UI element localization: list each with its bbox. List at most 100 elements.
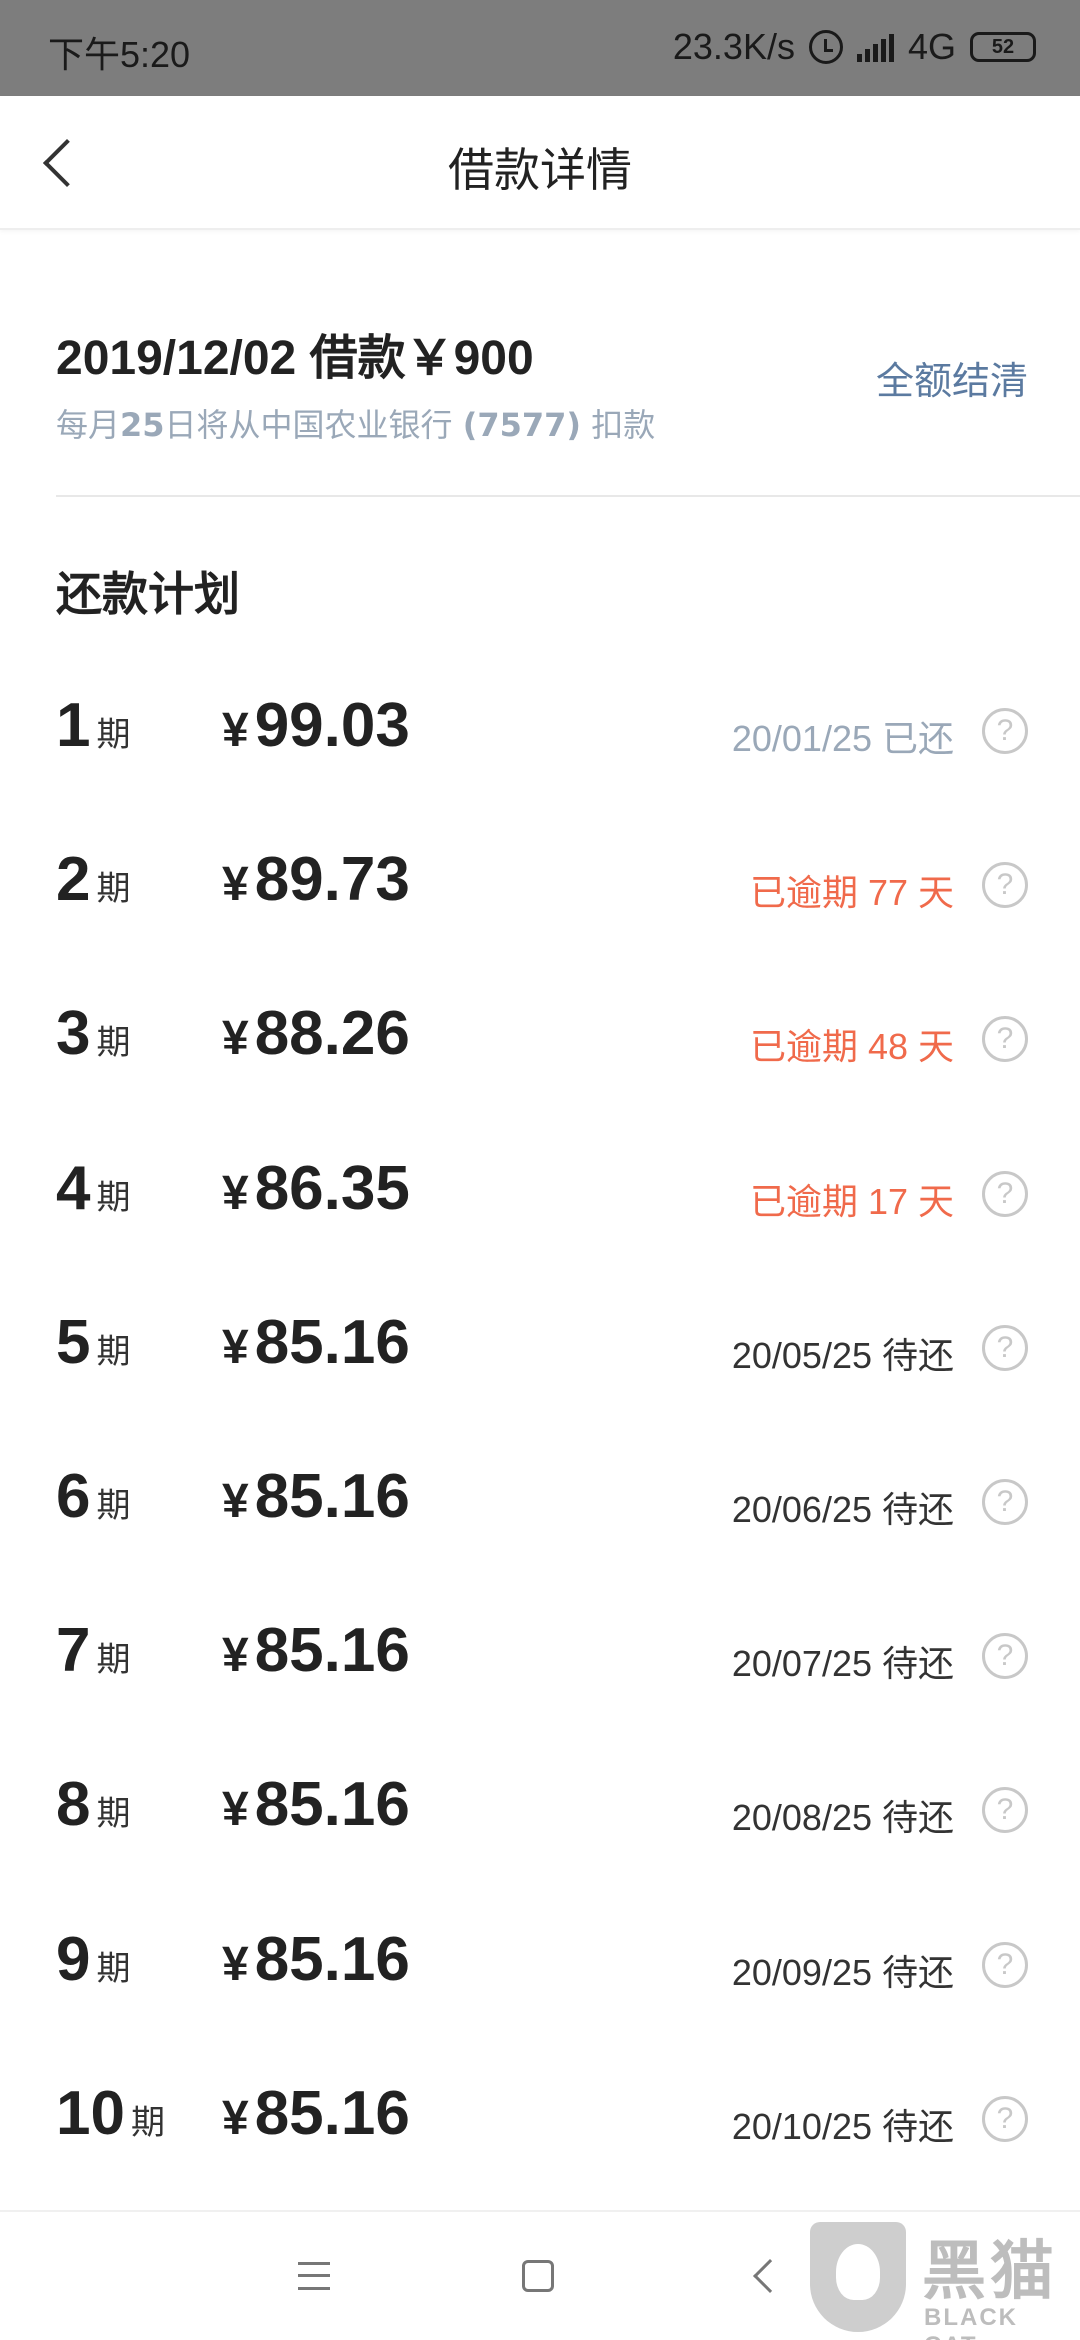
currency-sign: ¥ bbox=[222, 858, 249, 912]
repayment-status: 20/10/25 待还 bbox=[731, 2105, 954, 2147]
period-number: 6 bbox=[56, 1461, 91, 1531]
amount-value: 85.16 bbox=[254, 1616, 410, 1686]
currency-sign: ¥ bbox=[222, 1629, 249, 1683]
question-circle-icon[interactable]: ? bbox=[982, 1324, 1028, 1371]
currency-sign: ¥ bbox=[222, 1783, 249, 1837]
period: 2期 bbox=[56, 844, 130, 915]
currency-sign: ¥ bbox=[222, 1012, 249, 1066]
watermark-logo: 黑猫 BLACK CAT bbox=[806, 2218, 1080, 2340]
plan-row: 4期 ¥86.35 已逾期 17 天 ? bbox=[0, 1123, 1080, 1277]
repayment-status: 已逾期 77 天 bbox=[749, 872, 954, 914]
plan-row: 8期 ¥85.16 20/08/25 待还 ? bbox=[0, 1739, 1080, 1893]
period: 3期 bbox=[56, 998, 130, 1069]
status-bar: 下午5:20 23.3K/s 4G 52 bbox=[0, 0, 1080, 96]
question-circle-icon[interactable]: ? bbox=[982, 2095, 1028, 2142]
period-unit: 期 bbox=[96, 1485, 131, 1526]
network-type: 4G bbox=[907, 26, 956, 67]
amount: ¥85.16 bbox=[222, 1769, 410, 1840]
section-title: 还款计划 bbox=[56, 567, 240, 621]
amount: ¥85.16 bbox=[222, 1461, 410, 1532]
loan-sub-day: 25 bbox=[120, 406, 165, 444]
amount-value: 86.35 bbox=[254, 1153, 410, 1223]
period-unit: 期 bbox=[96, 1023, 131, 1064]
period-unit: 期 bbox=[96, 715, 131, 755]
repayment-status: 20/05/25 待还 bbox=[731, 1334, 954, 1376]
home-icon[interactable] bbox=[522, 2260, 554, 2292]
amount: ¥85.16 bbox=[222, 2078, 410, 2149]
currency-sign: ¥ bbox=[222, 1937, 249, 1991]
currency-sign: ¥ bbox=[222, 1474, 249, 1528]
question-circle-icon[interactable]: ? bbox=[982, 1478, 1028, 1525]
period-unit: 期 bbox=[130, 2102, 165, 2143]
period: 5期 bbox=[56, 1307, 130, 1378]
loan-sub-prefix: 每月 bbox=[56, 406, 121, 444]
loan-deduction-note: 每月25日将从中国农业银行 (7577) 扣款 bbox=[56, 400, 655, 446]
status-time: 下午5:20 bbox=[48, 34, 191, 75]
period-number: 3 bbox=[56, 999, 91, 1069]
amount-value: 99.03 bbox=[254, 691, 410, 760]
question-circle-icon[interactable]: ? bbox=[982, 1941, 1028, 1988]
repayment-status: 已逾期 48 天 bbox=[749, 1026, 954, 1068]
question-circle-icon[interactable]: ? bbox=[982, 862, 1028, 909]
amount-value: 85.16 bbox=[254, 1770, 410, 1840]
amount: ¥85.16 bbox=[222, 1615, 410, 1686]
period-number: 1 bbox=[56, 691, 91, 760]
repayment-status: 已逾期 17 天 bbox=[749, 1180, 954, 1222]
repayment-plan-list: 1期 ¥99.03 20/01/25 已还 ? 2期 ¥89.73 已逾期 77… bbox=[0, 660, 1080, 2202]
plan-row: 3期 ¥88.26 已逾期 48 天 ? bbox=[0, 968, 1080, 1122]
amount-value: 88.26 bbox=[254, 999, 410, 1069]
loan-sub-suffix: 扣款 bbox=[581, 406, 656, 444]
divider bbox=[56, 495, 1080, 497]
period: 1期 bbox=[56, 690, 130, 761]
question-circle-icon[interactable]: ? bbox=[982, 1787, 1028, 1834]
currency-sign: ¥ bbox=[222, 704, 249, 757]
repayment-status: 20/09/25 待还 bbox=[731, 1951, 954, 1993]
network-speed: 23.3K/s bbox=[672, 26, 795, 67]
period: 8期 bbox=[56, 1769, 130, 1840]
period-unit: 期 bbox=[96, 869, 131, 910]
period-number: 7 bbox=[56, 1616, 91, 1686]
period-unit: 期 bbox=[96, 1640, 131, 1681]
period-number: 8 bbox=[56, 1770, 91, 1840]
alarm-icon bbox=[808, 30, 843, 64]
question-circle-icon[interactable]: ? bbox=[982, 1170, 1028, 1217]
period-unit: 期 bbox=[96, 1331, 131, 1372]
period: 4期 bbox=[56, 1153, 130, 1224]
currency-sign: ¥ bbox=[222, 2091, 249, 2145]
period-unit: 期 bbox=[96, 1794, 131, 1835]
question-circle-icon[interactable]: ? bbox=[982, 708, 1028, 754]
period-unit: 期 bbox=[96, 1948, 131, 1989]
loan-sub-mid: 日将从中国农业银行 bbox=[164, 406, 463, 444]
plan-row: 5期 ¥85.16 20/05/25 待还 ? bbox=[0, 1277, 1080, 1431]
menu-icon[interactable] bbox=[298, 2262, 330, 2290]
plan-row: 7期 ¥85.16 20/07/25 待还 ? bbox=[0, 1585, 1080, 1739]
amount-value: 89.73 bbox=[254, 845, 410, 915]
amount: ¥88.26 bbox=[222, 998, 410, 1069]
amount: ¥85.16 bbox=[222, 1307, 410, 1378]
nav-bar: 借款详情 bbox=[0, 96, 1080, 230]
watermark-text: 黑猫 bbox=[922, 2235, 1058, 2309]
plan-row: 9期 ¥85.16 20/09/25 待还 ? bbox=[0, 1894, 1080, 2048]
settle-all-button[interactable]: 全额结清 bbox=[876, 350, 1028, 405]
currency-sign: ¥ bbox=[222, 1166, 249, 1220]
period-number: 4 bbox=[56, 1153, 91, 1223]
question-circle-icon[interactable]: ? bbox=[982, 1016, 1028, 1063]
amount: ¥85.16 bbox=[222, 1924, 410, 1995]
period-number: 5 bbox=[56, 1307, 91, 1377]
amount-value: 85.16 bbox=[254, 1924, 410, 1994]
plan-row: 2期 ¥89.73 已逾期 77 天 ? bbox=[0, 814, 1080, 968]
loan-header: 2019/12/02 借款￥900 bbox=[56, 332, 534, 385]
watermark-subtext: BLACK CAT bbox=[924, 2304, 1018, 2340]
period: 9期 bbox=[56, 1924, 130, 1995]
amount: ¥99.03 bbox=[222, 690, 410, 761]
nav-back-icon[interactable] bbox=[753, 2259, 787, 2293]
repayment-status: 20/06/25 待还 bbox=[731, 1488, 954, 1530]
cat-shield-icon bbox=[810, 2222, 906, 2332]
battery-icon: 52 bbox=[970, 32, 1036, 62]
currency-sign: ¥ bbox=[222, 1320, 249, 1374]
repayment-status: 20/01/25 已还 bbox=[731, 718, 954, 759]
loan-sub-card: (7577) bbox=[462, 406, 582, 444]
status-icons: 23.3K/s 4G 52 bbox=[673, 26, 1036, 68]
question-circle-icon[interactable]: ? bbox=[982, 1633, 1028, 1680]
amount-value: 85.16 bbox=[254, 2078, 410, 2148]
